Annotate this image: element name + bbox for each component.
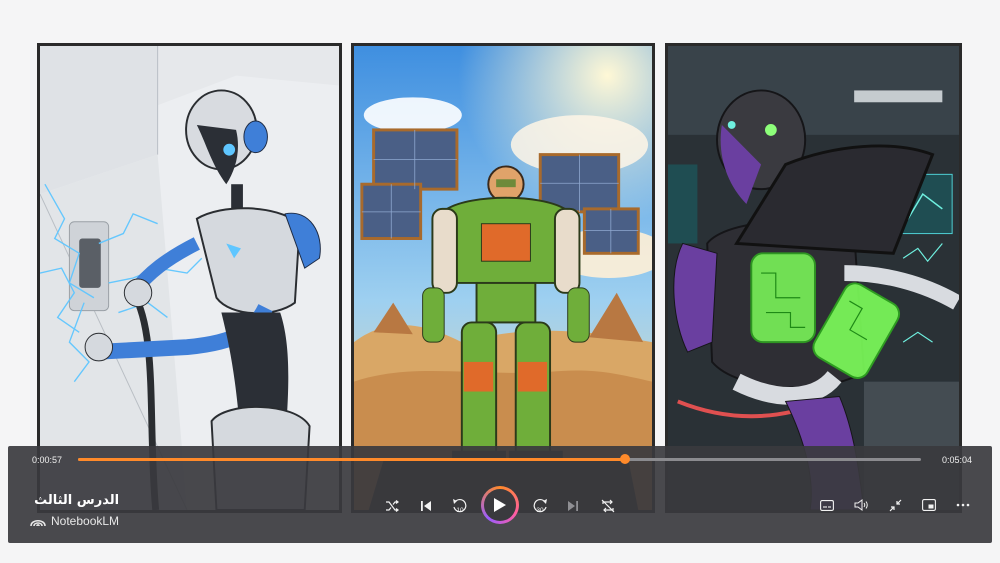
volume-icon bbox=[854, 499, 868, 511]
next-button[interactable] bbox=[565, 498, 581, 514]
player-controls: 0:00:57 0:05:04 الدرس الثالث NotebookLM bbox=[8, 446, 992, 543]
panel-robot-solar bbox=[351, 43, 655, 513]
robot-charging-illustration bbox=[40, 46, 339, 510]
video-frame[interactable]: 0:00:57 0:05:04 الدرس الثالث NotebookLM bbox=[0, 0, 1000, 563]
skip-previous-icon bbox=[421, 501, 431, 511]
lesson-info: الدرس الثالث NotebookLM bbox=[30, 493, 119, 528]
captions-button[interactable] bbox=[818, 497, 836, 513]
progress-thumb[interactable] bbox=[620, 454, 631, 464]
svg-text:30: 30 bbox=[536, 507, 544, 514]
lesson-title: الدرس الثالث bbox=[34, 493, 120, 508]
shuffle-button[interactable] bbox=[384, 498, 400, 514]
total-time: 0:05:04 bbox=[941, 455, 972, 465]
replay-10-icon: 10 bbox=[453, 498, 467, 514]
robot-solar-illustration bbox=[354, 46, 652, 510]
volume-button[interactable] bbox=[852, 497, 870, 513]
progress-fill bbox=[78, 458, 626, 461]
current-time: 0:00:57 bbox=[32, 455, 63, 465]
captions-icon bbox=[820, 499, 834, 511]
forward-30-icon: 30 bbox=[533, 498, 547, 514]
play-button[interactable] bbox=[481, 486, 519, 524]
repeat-off-button[interactable] bbox=[600, 497, 616, 515]
rewind-10-button[interactable]: 10 bbox=[451, 496, 469, 516]
skip-next-icon bbox=[568, 501, 578, 511]
previous-button[interactable] bbox=[418, 498, 434, 514]
panel-robot-charging bbox=[37, 43, 342, 513]
picture-in-picture-icon bbox=[922, 499, 936, 511]
panel-robot-battery bbox=[665, 43, 962, 513]
play-button-inner bbox=[484, 489, 516, 521]
brand-name: NotebookLM bbox=[51, 514, 120, 528]
forward-30-button[interactable]: 30 bbox=[531, 496, 549, 516]
svg-text:10: 10 bbox=[456, 507, 464, 514]
more-button[interactable] bbox=[954, 497, 972, 513]
progress-slider[interactable] bbox=[78, 454, 921, 464]
play-icon bbox=[494, 498, 506, 512]
more-horizontal-icon bbox=[956, 503, 970, 507]
robot-battery-illustration bbox=[668, 46, 959, 510]
minimize-button[interactable] bbox=[886, 497, 904, 513]
collapse-icon bbox=[889, 499, 901, 511]
pip-button[interactable] bbox=[920, 497, 938, 513]
brand-watermark: NotebookLM bbox=[30, 514, 119, 528]
repeat-off-icon bbox=[601, 499, 615, 513]
shuffle-icon bbox=[386, 500, 399, 512]
notebooklm-logo-icon bbox=[30, 519, 46, 527]
